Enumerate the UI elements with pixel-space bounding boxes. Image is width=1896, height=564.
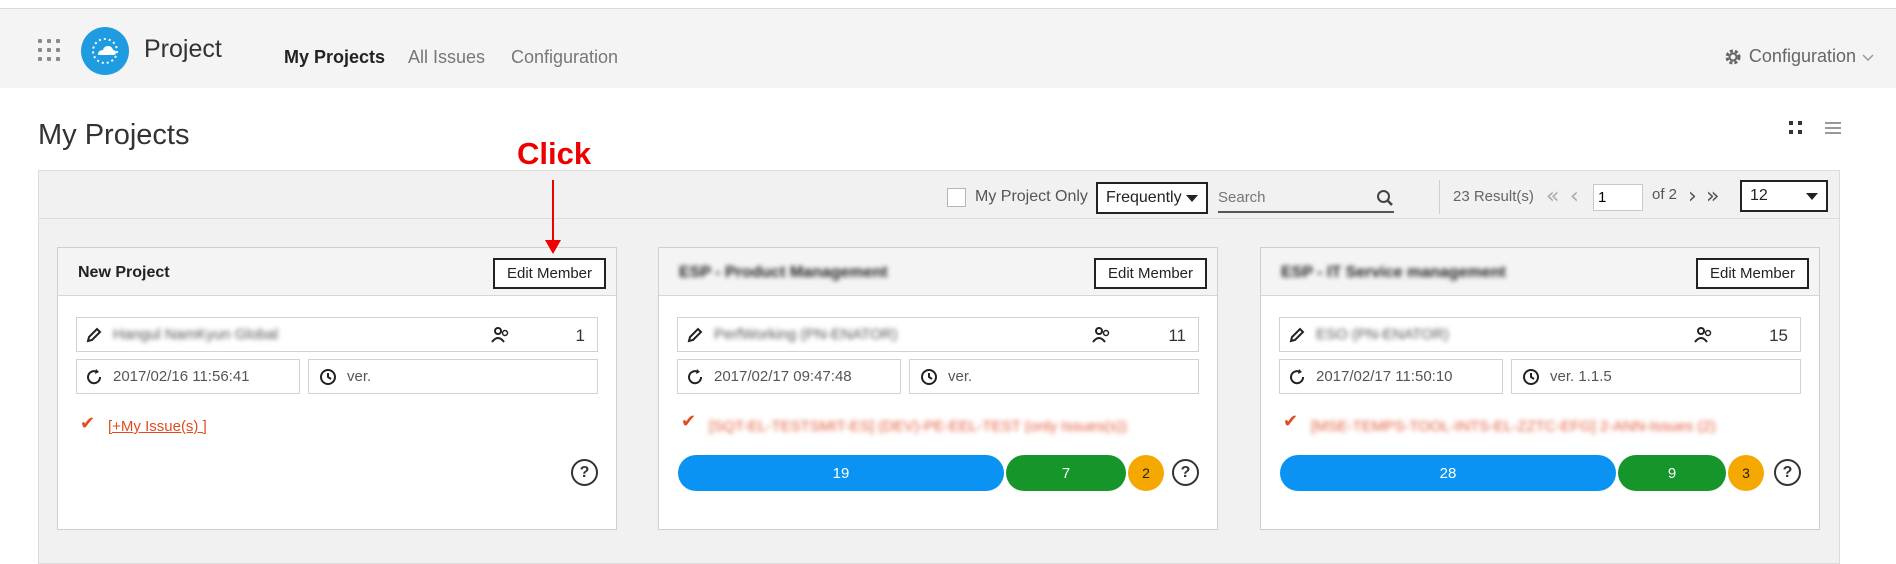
pencil-icon (86, 327, 102, 342)
project-card[interactable]: New Project Edit Member Hangul NamKyun G… (57, 247, 617, 530)
gear-icon (1725, 49, 1741, 64)
page-size-dropdown[interactable]: 12 (1740, 180, 1828, 212)
issue-summary[interactable]: [MSE-TEMPS-TOOL-INTS-EL-ZZTC-EFG] 2-ANN-… (1311, 418, 1716, 435)
my-issues-link[interactable]: [+My Issue(s) ] (108, 418, 207, 435)
search-input[interactable] (1218, 189, 1368, 206)
header-bar: Project My Projects All Issues Configura… (0, 9, 1896, 88)
checkmark-icon: ✔ (80, 413, 96, 434)
project-title[interactable]: ESP - IT Service management (1281, 264, 1506, 282)
edit-member-button[interactable]: Edit Member (1695, 258, 1809, 289)
refresh-icon (1290, 368, 1305, 384)
annotation-arrow-line (552, 180, 554, 240)
project-title[interactable]: ESP - Product Management (679, 264, 888, 282)
manager-field: ESO (PN-ENATOR) 15 (1279, 317, 1801, 352)
checkmark-icon: ✔ (681, 411, 697, 432)
sort-dropdown[interactable]: Frequently (1096, 182, 1208, 214)
click-annotation-label: Click (517, 136, 592, 171)
project-card[interactable]: ESP - Product Management Edit Member Per… (658, 247, 1218, 530)
my-project-only-label: My Project Only (975, 188, 1088, 205)
updated-date-field: 2017/02/17 11:50:10 (1279, 359, 1503, 394)
updated-date: 2017/02/17 11:50:10 (1316, 368, 1453, 385)
clock-icon (1523, 368, 1539, 385)
manager-field: Hangul NamKyun Global 1 (76, 317, 598, 352)
updated-date: 2017/02/16 11:56:41 (113, 368, 250, 385)
version-field: ver. (308, 359, 598, 394)
issue-count-orange[interactable]: 3 (1728, 455, 1764, 491)
results-count: 23 Result(s) (1453, 188, 1534, 205)
pencil-icon (687, 327, 703, 342)
member-count: 11 (1168, 326, 1186, 345)
app-title[interactable]: Project (144, 35, 222, 64)
updated-date-field: 2017/02/17 09:47:48 (677, 359, 901, 394)
issue-count-blue[interactable]: 19 (678, 455, 1004, 491)
pencil-icon (1289, 327, 1305, 342)
last-page-icon[interactable]: » (1706, 186, 1719, 208)
card-header: ESP - Product Management Edit Member (659, 248, 1217, 296)
annotation-arrow-head (545, 240, 561, 254)
chevron-down-icon (1186, 194, 1198, 202)
updated-date: 2017/02/17 09:47:48 (714, 368, 852, 385)
toolbar-divider (38, 218, 1840, 219)
issue-count-green[interactable]: 9 (1618, 455, 1726, 491)
sort-value: Frequently (1106, 189, 1182, 206)
page-number-input[interactable] (1593, 184, 1643, 211)
next-page-icon[interactable]: › (1688, 186, 1697, 208)
card-header: New Project Edit Member (58, 248, 616, 296)
page-size-value: 12 (1750, 187, 1768, 204)
members-icon (1694, 327, 1712, 343)
edit-member-button[interactable]: Edit Member (1093, 258, 1207, 289)
cloud-logo-icon[interactable] (81, 27, 129, 75)
toolbar-separator (1439, 180, 1440, 214)
card-header: ESP - IT Service management Edit Member (1261, 248, 1819, 296)
clock-icon (320, 368, 336, 385)
member-count: 1 (575, 326, 585, 345)
first-page-icon[interactable]: « (1546, 186, 1559, 208)
search-box (1218, 185, 1394, 213)
window-top-border (0, 0, 1896, 9)
version-text: ver. (347, 368, 372, 385)
member-count: 15 (1769, 326, 1788, 345)
version-text: ver. (948, 368, 973, 385)
page-title: My Projects (38, 119, 190, 151)
chevron-down-icon (1862, 53, 1874, 61)
refresh-icon (688, 368, 703, 384)
nav-configuration[interactable]: Configuration (511, 47, 618, 68)
clock-icon (921, 368, 937, 385)
list-view-icon[interactable] (1824, 120, 1842, 136)
search-icon[interactable] (1376, 189, 1394, 207)
manager-name: Hangul NamKyun Global (113, 326, 279, 343)
my-project-only-checkbox[interactable] (947, 188, 966, 207)
project-title[interactable]: New Project (78, 264, 170, 282)
issue-count-green[interactable]: 7 (1006, 455, 1126, 491)
page-total: of 2 (1652, 186, 1678, 203)
configuration-menu[interactable]: Configuration (1723, 46, 1874, 67)
manager-field: PerfWorking (PN-ENATOR) 11 (677, 317, 1199, 352)
updated-date-field: 2017/02/16 11:56:41 (76, 359, 300, 394)
apps-grid-icon[interactable] (38, 39, 62, 63)
project-card[interactable]: ESP - IT Service management Edit Member … (1260, 247, 1820, 530)
edit-member-button[interactable]: Edit Member (492, 258, 606, 289)
nav-all-issues[interactable]: All Issues (408, 47, 485, 68)
chevron-down-icon (1806, 192, 1818, 200)
manager-name: ESO (PN-ENATOR) (1316, 326, 1449, 343)
configuration-label: Configuration (1748, 46, 1856, 66)
grid-view-icon[interactable] (1788, 120, 1804, 136)
issue-count-orange[interactable]: 2 (1128, 455, 1164, 491)
issue-summary[interactable]: [SQT-EL-TESTSMIT-ES] (DEV)-PE-EEL-TEST (… (709, 418, 1127, 435)
refresh-icon (87, 368, 102, 384)
prev-page-icon[interactable]: ‹ (1570, 186, 1579, 208)
version-field: ver. 1.1.5 (1511, 359, 1801, 394)
help-icon[interactable]: ? (571, 459, 598, 486)
help-icon[interactable]: ? (1172, 459, 1199, 486)
checkmark-icon: ✔ (1283, 411, 1299, 432)
version-text: ver. 1.1.5 (1550, 368, 1612, 385)
view-toggle (1788, 120, 1842, 136)
members-icon (491, 327, 509, 343)
nav-my-projects[interactable]: My Projects (284, 47, 385, 68)
issue-count-blue[interactable]: 28 (1280, 455, 1616, 491)
version-field: ver. (909, 359, 1199, 394)
members-icon (1092, 327, 1110, 343)
help-icon[interactable]: ? (1774, 459, 1801, 486)
manager-name: PerfWorking (PN-ENATOR) (714, 326, 898, 343)
